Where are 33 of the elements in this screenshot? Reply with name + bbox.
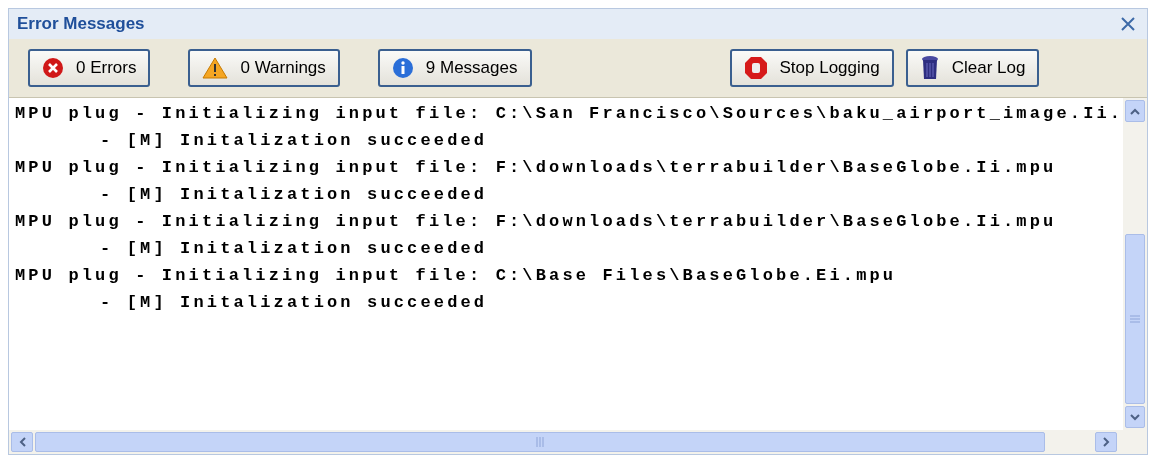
log-detail: - [M] Initalization succeeded [99,238,489,260]
scroll-thumb[interactable] [1125,234,1145,404]
chevron-right-icon [1102,437,1110,447]
chevron-up-icon [1130,107,1140,115]
log-entry: MPU plug - Initializing input file: C:\Base Files\BaseGlobe.Ei.mpu [15,265,898,287]
log-detail: - [M] Initalization succeeded [99,130,489,152]
scroll-down-button[interactable] [1125,406,1145,428]
close-icon [1121,17,1135,31]
scroll-thumb[interactable] [35,432,1045,452]
toolbar-button[interactable]: Clear Log [905,49,1040,87]
panel-title: Error Messages [17,13,145,36]
grip-icon [536,437,544,447]
scroll-left-button[interactable] [11,432,33,452]
scroll-up-button[interactable] [1125,100,1145,122]
warning-icon [202,57,229,79]
log-entry: MPU plug - Initializing input file: F:\downloads\terrabuilder\BaseGlobe.Ii.mpu [15,211,1058,233]
toolbar-button[interactable]: Stop Logging [729,49,894,87]
error-icon [42,57,64,79]
toolbar-button[interactable]: 0 Warnings [188,49,340,87]
chevron-down-icon [1130,413,1140,421]
horizontal-scrollbar[interactable] [9,430,1147,454]
vertical-scrollbar[interactable] [1123,98,1147,430]
info-icon [391,57,414,79]
log-detail: - [M] Initalization succeeded [99,292,489,314]
log-entry: MPU plug - Initializing input file: C:\San Francisco\Sources\baku_airport_image.Ii. [15,103,1123,125]
trash-can-icon [919,55,940,81]
log-entry: MPU plug - Initializing input file: F:\downloads\terrabuilder\BaseGlobe.Ii.mpu [15,157,1058,179]
toolbar-button[interactable]: 9 Messages [377,49,532,87]
chevron-left-icon [18,437,26,447]
log-detail: - [M] Initalization succeeded [99,184,489,206]
toolbar-button[interactable]: 0 Errors [28,49,151,87]
scroll-right-button[interactable] [1095,432,1117,452]
grip-icon [1130,315,1140,323]
